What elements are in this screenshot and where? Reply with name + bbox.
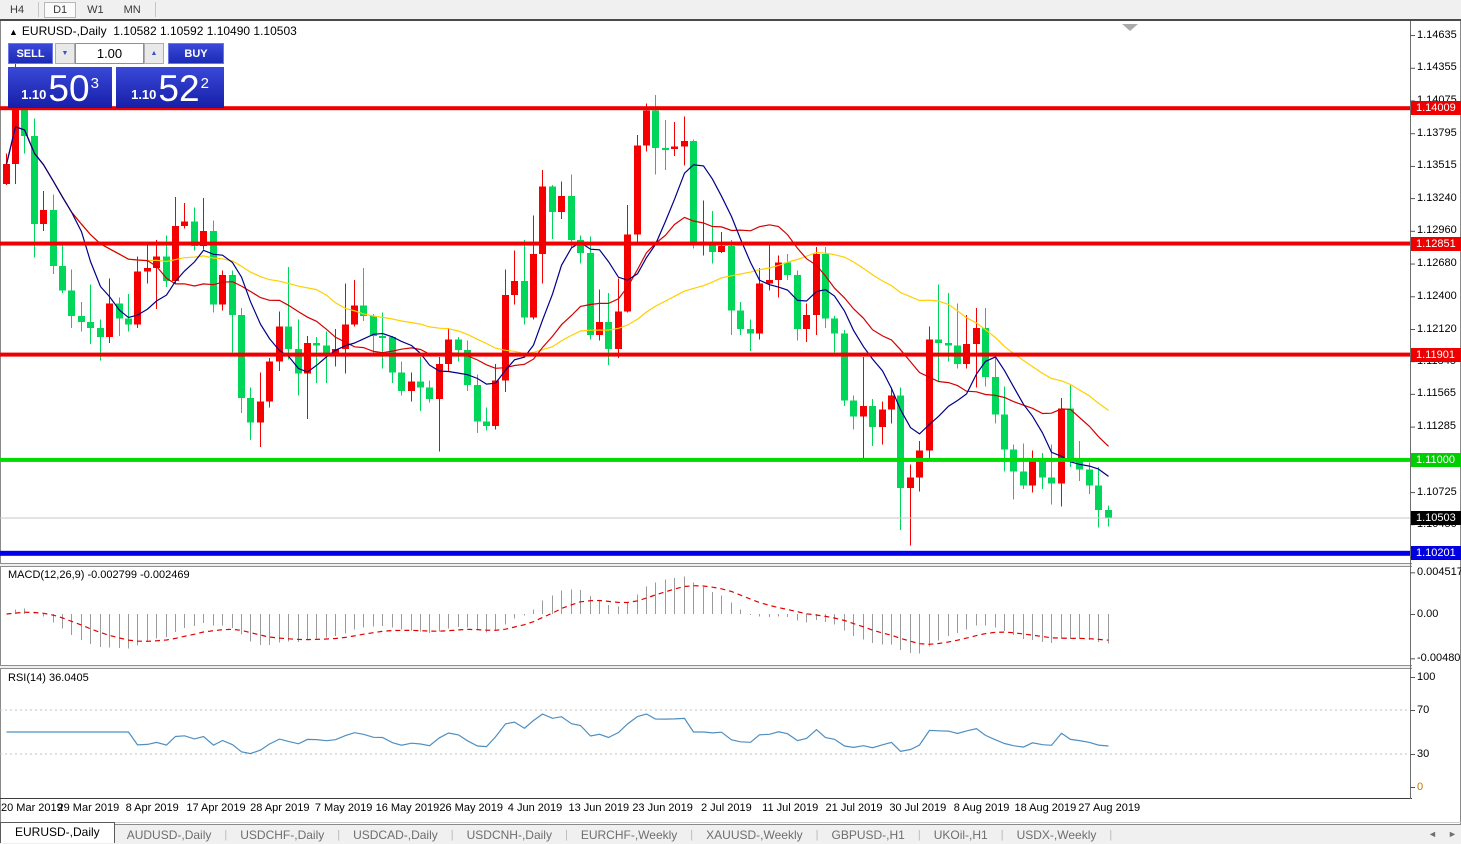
volume-decrease-button[interactable]: ▼ [55,43,75,64]
sell-price-prefix: 1.10 [21,85,46,105]
chart-ohlc-values: 1.10582 1.10592 1.10490 1.10503 [113,24,297,38]
symbol-tab-eurchf[interactable]: EURCHF-,Weekly [569,826,689,844]
date-axis-label: 29 Mar 2019 [58,802,120,814]
date-axis-label: 8 Aug 2019 [954,802,1010,814]
tab-separator: | [1108,829,1113,841]
symbol-tab-audusd[interactable]: AUDUSD-,Daily [115,826,224,844]
price-axis-label: 1.11565 [1417,387,1456,399]
sell-quote-button[interactable]: 1.10 50 3 [8,67,112,108]
date-axis-label: 4 Jun 2019 [508,802,562,814]
symbol-tab-gbpusd[interactable]: GBPUSD-,H1 [819,826,916,844]
buy-price-big: 52 [158,73,199,105]
symbol-tab-usdcnh[interactable]: USDCNH-,Daily [455,826,564,844]
symbol-tab-eurusd[interactable]: EURUSD-,Daily [0,822,115,843]
symbol-tab-bar: EURUSD-,DailyAUDUSD-,Daily | USDCHF-,Daily… [0,824,1461,844]
macd-indicator-label: MACD(12,26,9) -0.002799 -0.002469 [8,569,190,581]
tab-scroll-right-icon[interactable]: ► [1448,829,1457,839]
buy-price-prefix: 1.10 [131,85,156,105]
symbol-tab-xauusd[interactable]: XAUUSD-,Weekly [694,826,814,844]
date-axis-label: 7 May 2019 [315,802,372,814]
price-axis-label: 1.12400 [1417,290,1457,302]
price-axis-badge: 1.10201 [1411,546,1461,560]
rsi-axis-label: 0 [1417,781,1423,793]
date-axis-label: 18 Aug 2019 [1014,802,1076,814]
date-axis-label: 11 Jul 2019 [762,802,818,814]
chart-title: EURUSD-,Daily [22,24,107,38]
buy-quote-button[interactable]: 1.10 52 2 [116,67,224,108]
price-axis-label: 1.14635 [1417,29,1457,41]
date-axis-label: 17 Apr 2019 [186,802,245,814]
symbol-tab-usdcad[interactable]: USDCAD-,Daily [341,826,450,844]
date-axis-label: 30 Jul 2019 [889,802,946,814]
date-axis-label: 2 Jul 2019 [701,802,752,814]
chart-header: ▲ EURUSD-,Daily 1.10582 1.10592 1.10490 1… [9,24,297,38]
chart-canvas[interactable] [0,0,1461,844]
symbol-tab-ukoil[interactable]: UKOil-,H1 [922,826,1000,844]
date-axis-label: 28 Apr 2019 [250,802,309,814]
date-axis-label: 27 Aug 2019 [1078,802,1140,814]
rsi-axis-label: 70 [1417,704,1429,716]
sell-price-pipette: 3 [91,67,99,101]
symbol-marker-icon: ▲ [9,27,18,37]
symbol-tab-usdchf[interactable]: USDCHF-,Daily [228,826,336,844]
date-axis-label: 23 Jun 2019 [632,802,693,814]
price-axis-label: 1.11285 [1417,420,1456,432]
date-axis-label: 26 May 2019 [439,802,503,814]
rsi-axis-label: 30 [1417,748,1429,760]
trading-terminal: H4D1W1MN ▲EURUSD-,Daily 1.10582 1.10592 … [0,0,1461,844]
price-axis-label: 1.12960 [1417,224,1457,236]
date-axis-label: 16 May 2019 [376,802,440,814]
price-axis-badge: 1.11901 [1411,348,1461,362]
date-axis-label: 20 Mar 2019 [1,802,63,814]
rsi-indicator-label: RSI(14) 36.0405 [8,672,89,684]
buy-button[interactable]: BUY [168,43,224,64]
sell-button[interactable]: SELL [8,43,53,64]
date-axis-label: 21 Jul 2019 [826,802,883,814]
macd-axis-label: 0.00 [1417,608,1438,620]
price-axis-label: 1.13240 [1417,192,1457,204]
price-axis-label: 1.12680 [1417,257,1457,269]
rsi-axis-label: 100 [1417,671,1435,683]
volume-input[interactable]: 1.00 [75,43,144,64]
macd-axis-label: 0.004517 [1417,566,1461,578]
one-click-trading-panel: SELL ▼ 1.00 ▲ BUY 1.10 50 3 1.10 52 2 [8,43,224,109]
price-axis-badge: 1.12851 [1411,237,1461,251]
price-axis-label: 1.13515 [1417,159,1457,171]
symbol-tab-usdx[interactable]: USDX-,Weekly [1005,826,1109,844]
tab-scroll-left-icon[interactable]: ◄ [1428,829,1437,839]
price-axis-badge: 1.11000 [1411,453,1461,467]
price-axis-label: 1.10725 [1417,486,1457,498]
macd-axis-label: -0.004806 [1417,652,1461,664]
volume-increase-button[interactable]: ▲ [144,43,164,64]
price-axis-badge: 1.10503 [1411,511,1461,525]
date-axis-label: 8 Apr 2019 [126,802,179,814]
date-axis-label: 13 Jun 2019 [569,802,630,814]
sell-price-big: 50 [48,73,89,105]
buy-price-pipette: 2 [201,67,209,101]
price-axis-label: 1.14355 [1417,61,1457,73]
price-axis-label: 1.12120 [1417,323,1457,335]
price-axis-badge: 1.14009 [1411,101,1461,115]
price-axis-label: 1.13795 [1417,127,1457,139]
